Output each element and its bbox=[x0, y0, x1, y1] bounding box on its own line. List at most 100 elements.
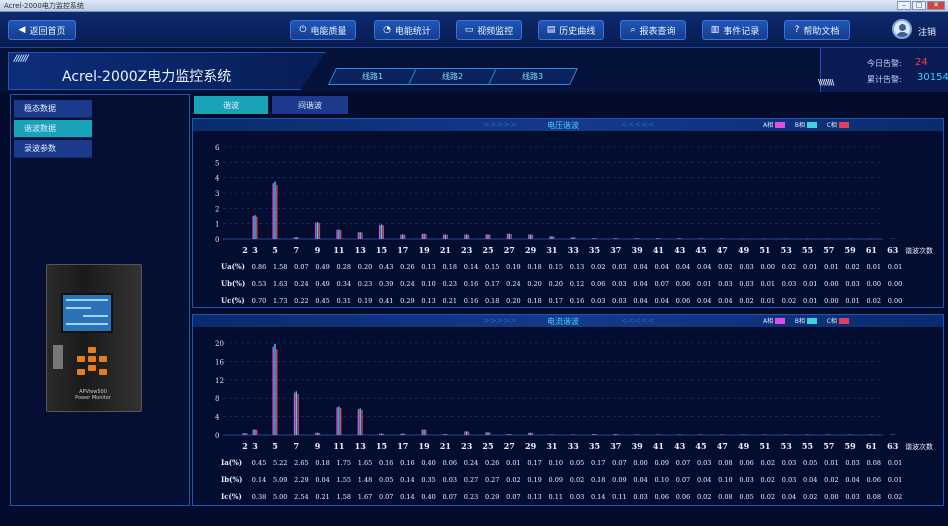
data-cell: 0.14 bbox=[252, 476, 266, 484]
data-cell: 0.09 bbox=[549, 476, 563, 484]
avatar[interactable] bbox=[892, 19, 912, 39]
data-cell: 0.06 bbox=[676, 280, 690, 288]
data-cell: 0.04 bbox=[633, 476, 647, 484]
bar-Uc(%)-21 bbox=[446, 234, 448, 239]
data-cell: 0.17 bbox=[485, 280, 499, 288]
bar-Ic(%)-25 bbox=[489, 432, 491, 435]
bar-Ic(%)-2 bbox=[246, 433, 248, 435]
nav-report-search-button[interactable]: ⌕ 报表查询 bbox=[620, 20, 686, 40]
bar-Uc(%)-3 bbox=[256, 216, 258, 239]
nav-help-button[interactable]: ? 帮助文档 bbox=[784, 20, 850, 40]
y-tick-label: 4 bbox=[215, 175, 220, 183]
left-menu-item-1[interactable]: 稳态数据 bbox=[14, 100, 92, 118]
report-search-icon: ⌕ bbox=[630, 25, 636, 35]
data-cell: 0.01 bbox=[761, 297, 775, 305]
data-cell: 0.11 bbox=[612, 493, 626, 501]
data-cell: 0.23 bbox=[464, 493, 478, 501]
x-tick-label: 37 bbox=[610, 441, 621, 451]
video-icon: ▭ bbox=[464, 25, 474, 35]
device-name: Power Monitor bbox=[75, 395, 111, 401]
data-cell: 0.13 bbox=[527, 493, 541, 501]
x-tick-label: 33 bbox=[568, 245, 580, 255]
x-tick-label: 2 bbox=[242, 441, 248, 451]
tab-interharmonic[interactable]: 间谐波 bbox=[272, 96, 348, 114]
maximize-button[interactable]: □ bbox=[912, 1, 926, 10]
data-cell: 0.04 bbox=[315, 476, 329, 484]
y-tick-label: 0 bbox=[215, 432, 219, 440]
data-cell: 0.21 bbox=[443, 297, 457, 305]
data-cell: 0.24 bbox=[464, 459, 478, 467]
data-cell: 1.65 bbox=[358, 459, 372, 467]
data-cell: 0.29 bbox=[485, 493, 499, 501]
nav-label: 历史曲线 bbox=[559, 26, 596, 37]
data-cell: 0.02 bbox=[888, 493, 902, 501]
bar-Ia(%)-27 bbox=[506, 434, 509, 435]
data-cell: 0.02 bbox=[697, 493, 711, 501]
nav-statistics-button[interactable]: ◔ 电能统计 bbox=[374, 20, 440, 40]
x-tick-label: 5 bbox=[272, 245, 278, 255]
bar-Ia(%)-13 bbox=[357, 409, 360, 435]
bar-Ub(%)-21 bbox=[444, 234, 447, 239]
help-icon: ? bbox=[794, 25, 800, 35]
data-cell: 0.18 bbox=[527, 263, 541, 271]
row-label: Ia(%) bbox=[221, 458, 242, 467]
data-cell: 0.15 bbox=[549, 263, 563, 271]
data-cell: 0.03 bbox=[845, 493, 859, 501]
bar-Ub(%)-43 bbox=[679, 238, 681, 239]
data-cell: 0.02 bbox=[782, 263, 796, 271]
bar-Ic(%)-29 bbox=[531, 432, 534, 435]
logout-link[interactable]: 注销 bbox=[918, 25, 936, 38]
x-tick-label: 9 bbox=[315, 441, 321, 451]
window-controls: – □ ✕ bbox=[897, 1, 945, 10]
data-cell: 0.19 bbox=[527, 476, 541, 484]
x-tick-label: 3 bbox=[252, 245, 258, 255]
nav-history-curve-button[interactable]: ▤ 历史曲线 bbox=[538, 20, 604, 40]
x-tick-label: 13 bbox=[355, 441, 367, 451]
data-cell: 0.06 bbox=[676, 297, 690, 305]
y-tick-label: 16 bbox=[215, 358, 224, 366]
x-tick-label: 11 bbox=[333, 245, 344, 255]
data-cell: 5.22 bbox=[273, 459, 287, 467]
bar-Uc(%)-17 bbox=[403, 234, 406, 239]
tab-harmonic[interactable]: 谐波 bbox=[194, 96, 268, 114]
data-cell: 0.01 bbox=[888, 263, 902, 271]
bar-Ub(%)-23 bbox=[466, 234, 468, 239]
line-tab-2[interactable]: 线路2 bbox=[408, 68, 498, 85]
data-cell: 0.02 bbox=[739, 297, 753, 305]
nav-event-record-button[interactable]: ▥ 事件记录 bbox=[702, 20, 768, 40]
x-tick-label: 17 bbox=[397, 441, 408, 451]
home-button[interactable]: ◀ 返回首页 bbox=[8, 20, 76, 40]
bar-Ia(%)-3 bbox=[252, 429, 254, 435]
bar-Ia(%)-37 bbox=[613, 434, 615, 435]
minimize-button[interactable]: – bbox=[897, 1, 911, 10]
data-cell: 0.06 bbox=[655, 493, 669, 501]
data-cell: 0.45 bbox=[252, 459, 266, 467]
data-cell: 0.01 bbox=[888, 459, 902, 467]
bar-Ib(%)-2 bbox=[244, 433, 246, 435]
x-tick-label: 63 bbox=[887, 245, 899, 255]
line-tab-1[interactable]: 线路1 bbox=[328, 68, 418, 85]
x-tick-label: 47 bbox=[717, 245, 728, 255]
data-cell: 0.00 bbox=[867, 280, 881, 288]
data-cell: 0.01 bbox=[888, 476, 902, 484]
nav-video-button[interactable]: ▭ 视频监控 bbox=[456, 20, 522, 40]
close-button[interactable]: ✕ bbox=[927, 1, 945, 10]
nav-power-quality-button[interactable]: ⏻ 电能质量 bbox=[290, 20, 356, 40]
bar-Ua(%)-13 bbox=[357, 232, 360, 239]
data-cell: 0.05 bbox=[379, 476, 393, 484]
data-cell: 0.05 bbox=[570, 459, 584, 467]
bar-Ia(%)-2 bbox=[242, 433, 244, 435]
data-cell: 0.86 bbox=[252, 263, 266, 271]
left-menu-item-3[interactable]: 录波参数 bbox=[14, 140, 92, 158]
data-cell: 1.75 bbox=[337, 459, 351, 467]
line-tab-3[interactable]: 线路3 bbox=[488, 68, 578, 85]
voltage-harmonic-chart: 01234562 3 5 7 9 11 13 15 17 19 21 23 25 27 29 31 33 35 37… bbox=[215, 144, 933, 305]
back-arrow-icon: ◀ bbox=[18, 25, 26, 35]
bar-Uc(%)-33 bbox=[574, 237, 576, 239]
left-menu-item-2[interactable]: 谐波数据 bbox=[14, 120, 92, 138]
today-alarm-count: 24 bbox=[915, 57, 928, 68]
bar-Uc(%)-9 bbox=[318, 223, 321, 239]
data-cell: 0.14 bbox=[400, 476, 414, 484]
data-cell: 0.01 bbox=[697, 280, 711, 288]
bar-Ic(%)-17 bbox=[403, 433, 406, 435]
